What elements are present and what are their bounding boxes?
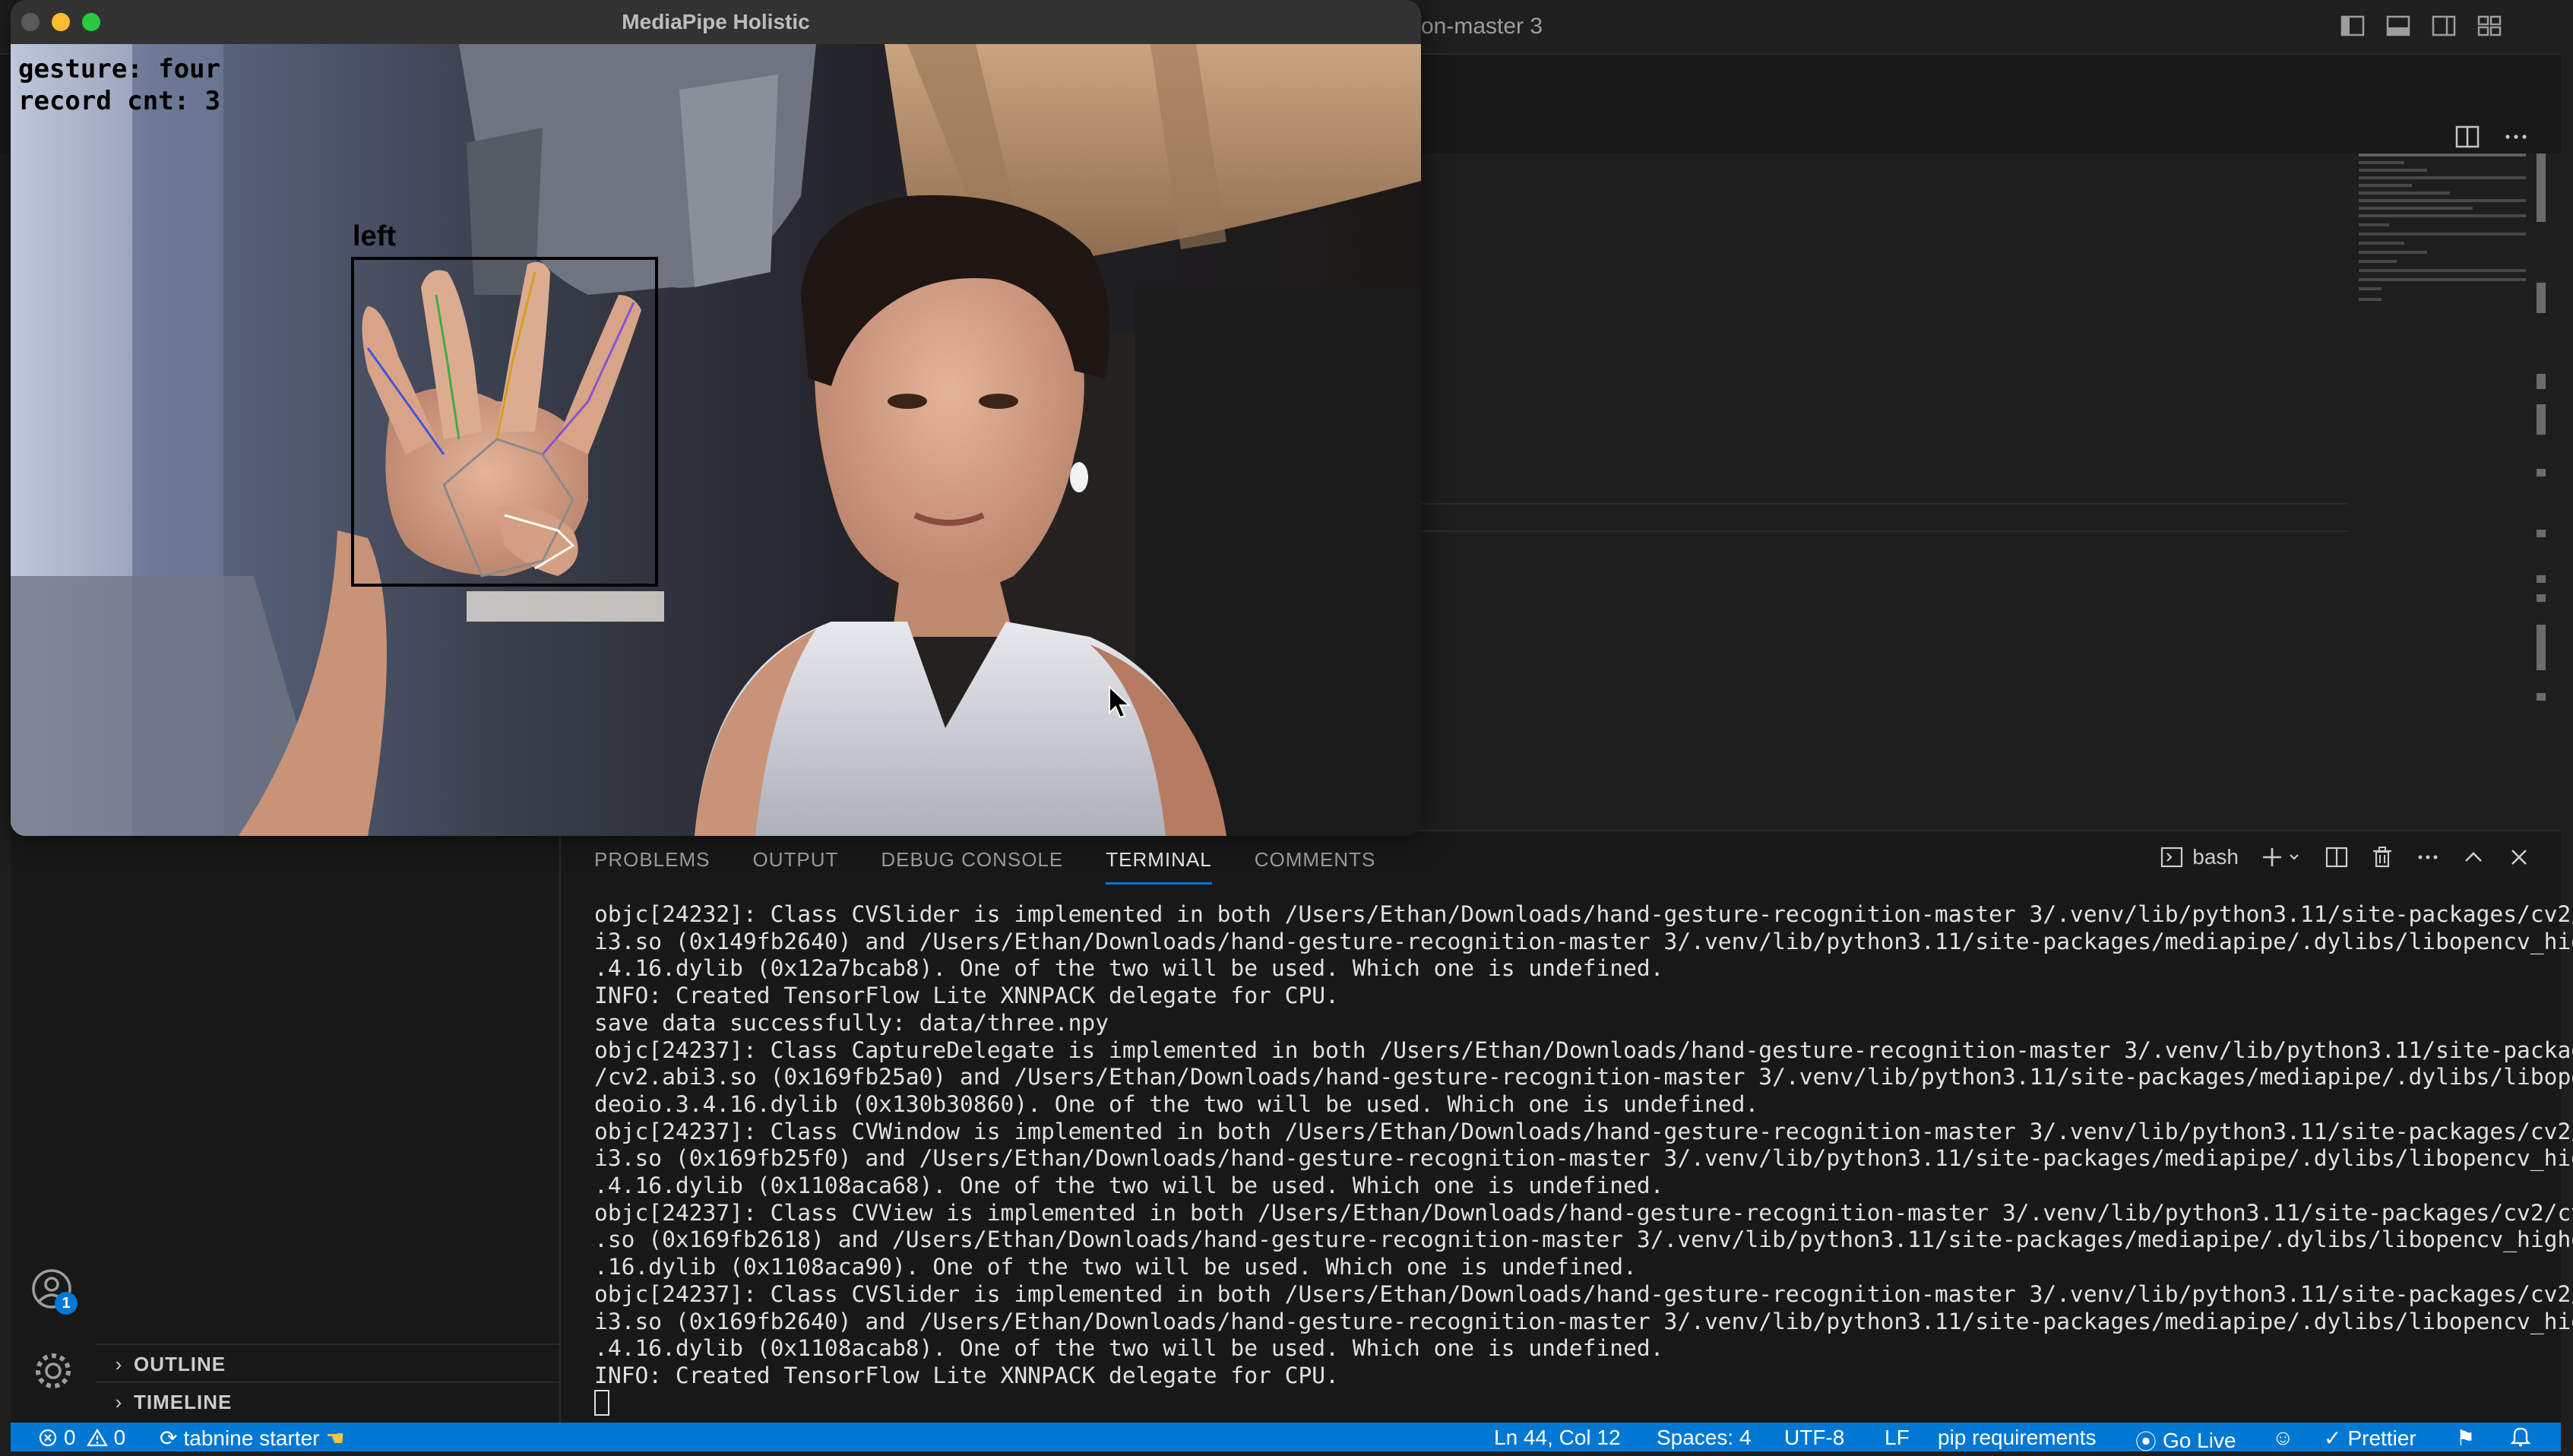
shell-name: bash: [2192, 845, 2239, 869]
terminal-prompt[interactable]: [594, 1389, 2540, 1418]
terminal-line: .4.16.dylib (0x1108acab8). One of the tw…: [594, 1335, 1664, 1362]
hand-label: left: [353, 220, 396, 252]
close-icon[interactable]: [2508, 846, 2530, 869]
terminal-line: .4.16.dylib (0x12a7bcab8). One of the tw…: [594, 955, 1664, 982]
terminal-line: objc[24237]: Class CVSlider is implement…: [594, 1280, 2573, 1307]
trash-icon[interactable]: [2371, 846, 2394, 869]
hand-pointing-icon: ☚: [325, 1426, 345, 1450]
mediapipe-window-title: MediaPipe Holistic: [622, 10, 810, 33]
editor-area[interactable]: [1421, 154, 2561, 830]
tabnine-icon: ⟳: [160, 1426, 178, 1450]
activity-bar: 1: [11, 830, 96, 1423]
split-terminal-icon[interactable]: [2325, 846, 2348, 869]
problems-status[interactable]: 0 0: [38, 1426, 125, 1450]
editor-guide-line: [1421, 503, 2348, 505]
more-actions-icon[interactable]: [2416, 846, 2439, 869]
bottom-panel: PROBLEMS OUTPUT DEBUG CONSOLE TERMINAL C…: [561, 830, 2573, 1424]
editor-guide-line: [1421, 530, 2348, 532]
tab-terminal[interactable]: TERMINAL: [1106, 848, 1212, 885]
bell-icon[interactable]: [2511, 1426, 2530, 1447]
record-count-line: record cnt: 3: [18, 86, 221, 116]
terminal-line: i3.so (0x149fb2640) and /Users/Ethan/Dow…: [594, 928, 2573, 954]
warning-count: 0: [113, 1426, 126, 1449]
terminal-line: objc[24232]: Class CVSlider is implement…: [594, 901, 2573, 927]
gesture-overlay: gesture: four record cnt: 3: [18, 53, 220, 117]
manage-button[interactable]: [30, 1348, 76, 1394]
gear-icon: [36, 1353, 71, 1388]
panel-tabs: PROBLEMS OUTPUT DEBUG CONSOLE TERMINAL C…: [594, 848, 1375, 885]
outline-section-header[interactable]: › OUTLINE: [96, 1344, 559, 1383]
chevron-right-icon: ›: [115, 1352, 122, 1375]
tab-output[interactable]: OUTPUT: [753, 848, 839, 885]
go-live-button[interactable]: ⦿ Go Live: [2135, 1426, 2236, 1456]
toggle-primary-sidebar-icon[interactable]: [2339, 12, 2366, 40]
feedback-icon[interactable]: ⚑: [2456, 1426, 2475, 1451]
terminal-line: .4.16.dylib (0x1108aca68). One of the tw…: [594, 1173, 1664, 1199]
terminal-line: i3.so (0x169fb25f0) and /Users/Ethan/Dow…: [594, 1145, 2573, 1172]
minimap[interactable]: [2356, 154, 2530, 313]
vscode-window-title: tion-master 3: [1410, 14, 1543, 39]
terminal-output[interactable]: objc[24232]: Class CVSlider is implement…: [594, 901, 2573, 1418]
terminal-line: i3.so (0x169fb2640) and /Users/Ethan/Dow…: [594, 1308, 2573, 1334]
tabnine-label: tabnine starter: [183, 1426, 320, 1450]
copilot-icon[interactable]: ☺: [2272, 1426, 2294, 1450]
prettier-status[interactable]: ✓ Prettier: [2324, 1426, 2416, 1451]
tabnine-status[interactable]: ⟳ tabnine starter ☚: [160, 1426, 345, 1451]
editor-actions: [2454, 122, 2529, 152]
accounts-badge: 1: [55, 1292, 78, 1315]
terminal-line: INFO: Created TensorFlow Lite XNNPACK de…: [594, 1362, 1339, 1388]
terminal-line: objc[24237]: Class CaptureDelegate is im…: [594, 1037, 2573, 1063]
editor-scrollbar[interactable]: [2537, 154, 2546, 830]
new-terminal-icon[interactable]: [2261, 846, 2302, 869]
terminal-line: deoio.3.4.16.dylib (0x130b30860). One of…: [594, 1090, 1759, 1117]
gesture-line: gesture: four: [18, 54, 221, 84]
encoding-status[interactable]: UTF-8: [1784, 1426, 1844, 1450]
check-double-icon: ✓: [2324, 1426, 2342, 1450]
primary-sidebar: › OUTLINE › TIMELINE: [96, 830, 561, 1423]
broadcast-icon: ⦿: [2135, 1430, 2157, 1454]
eol-status[interactable]: LF: [1885, 1426, 1910, 1450]
panel-actions: bash: [2160, 845, 2530, 869]
terminal-line: /cv2.abi3.so (0x169fb25a0) and /Users/Et…: [594, 1064, 2573, 1090]
hand-bounding-box: [351, 257, 658, 587]
tab-comments[interactable]: COMMENTS: [1255, 848, 1376, 885]
timeline-section-header[interactable]: › TIMELINE: [96, 1382, 559, 1421]
timeline-label: TIMELINE: [134, 1390, 233, 1413]
camera-frame-image: [11, 44, 1421, 836]
go-live-label: Go Live: [2163, 1429, 2236, 1452]
split-editor-icon[interactable]: [2454, 124, 2480, 150]
outline-label: OUTLINE: [134, 1352, 226, 1375]
terminal-cursor: [594, 1389, 609, 1416]
terminal-shell-selector[interactable]: bash: [2160, 845, 2239, 869]
chevron-right-icon: ›: [115, 1390, 122, 1413]
cursor-position[interactable]: Ln 44, Col 12: [1494, 1426, 1621, 1450]
accounts-button[interactable]: 1: [29, 1266, 78, 1315]
status-bar: 0 0 ⟳ tabnine starter ☚ Ln 44, Col 12 Sp…: [11, 1423, 2561, 1454]
camera-feed: gesture: four record cnt: 3 left: [11, 44, 1421, 836]
error-count: 0: [64, 1426, 76, 1449]
terminal-line: objc[24237]: Class CVView is implemented…: [594, 1199, 2573, 1226]
customize-layout-icon[interactable]: [2476, 12, 2503, 40]
terminal-icon: [2161, 847, 2183, 868]
terminal-line: save data successfully: data/three.npy: [594, 1009, 1109, 1036]
mediapipe-window[interactable]: MediaPipe Holistic gesture: four record …: [11, 0, 1421, 836]
more-actions-icon[interactable]: [2503, 124, 2529, 150]
mediapipe-titlebar[interactable]: MediaPipe Holistic: [11, 0, 1421, 44]
error-icon: [39, 1429, 57, 1447]
terminal-line: .so (0x169fb2618) and /Users/Ethan/Downl…: [594, 1227, 2573, 1253]
language-mode[interactable]: pip requirements: [1938, 1426, 2097, 1450]
terminal-line: objc[24237]: Class CVWindow is implement…: [594, 1118, 2573, 1144]
tab-debug-console[interactable]: DEBUG CONSOLE: [881, 848, 1063, 885]
maximize-panel-icon[interactable]: [2462, 846, 2485, 869]
toggle-panel-icon[interactable]: [2385, 12, 2412, 40]
toggle-secondary-sidebar-icon[interactable]: [2430, 12, 2457, 40]
warning-icon: [86, 1428, 108, 1447]
terminal-line: INFO: Created TensorFlow Lite XNNPACK de…: [594, 983, 1339, 1009]
terminal-line: .16.dylib (0x1108aca90). One of the two …: [594, 1254, 1637, 1280]
tab-problems[interactable]: PROBLEMS: [594, 848, 711, 885]
indentation-status[interactable]: Spaces: 4: [1657, 1426, 1752, 1450]
prettier-label: Prettier: [2347, 1426, 2416, 1450]
